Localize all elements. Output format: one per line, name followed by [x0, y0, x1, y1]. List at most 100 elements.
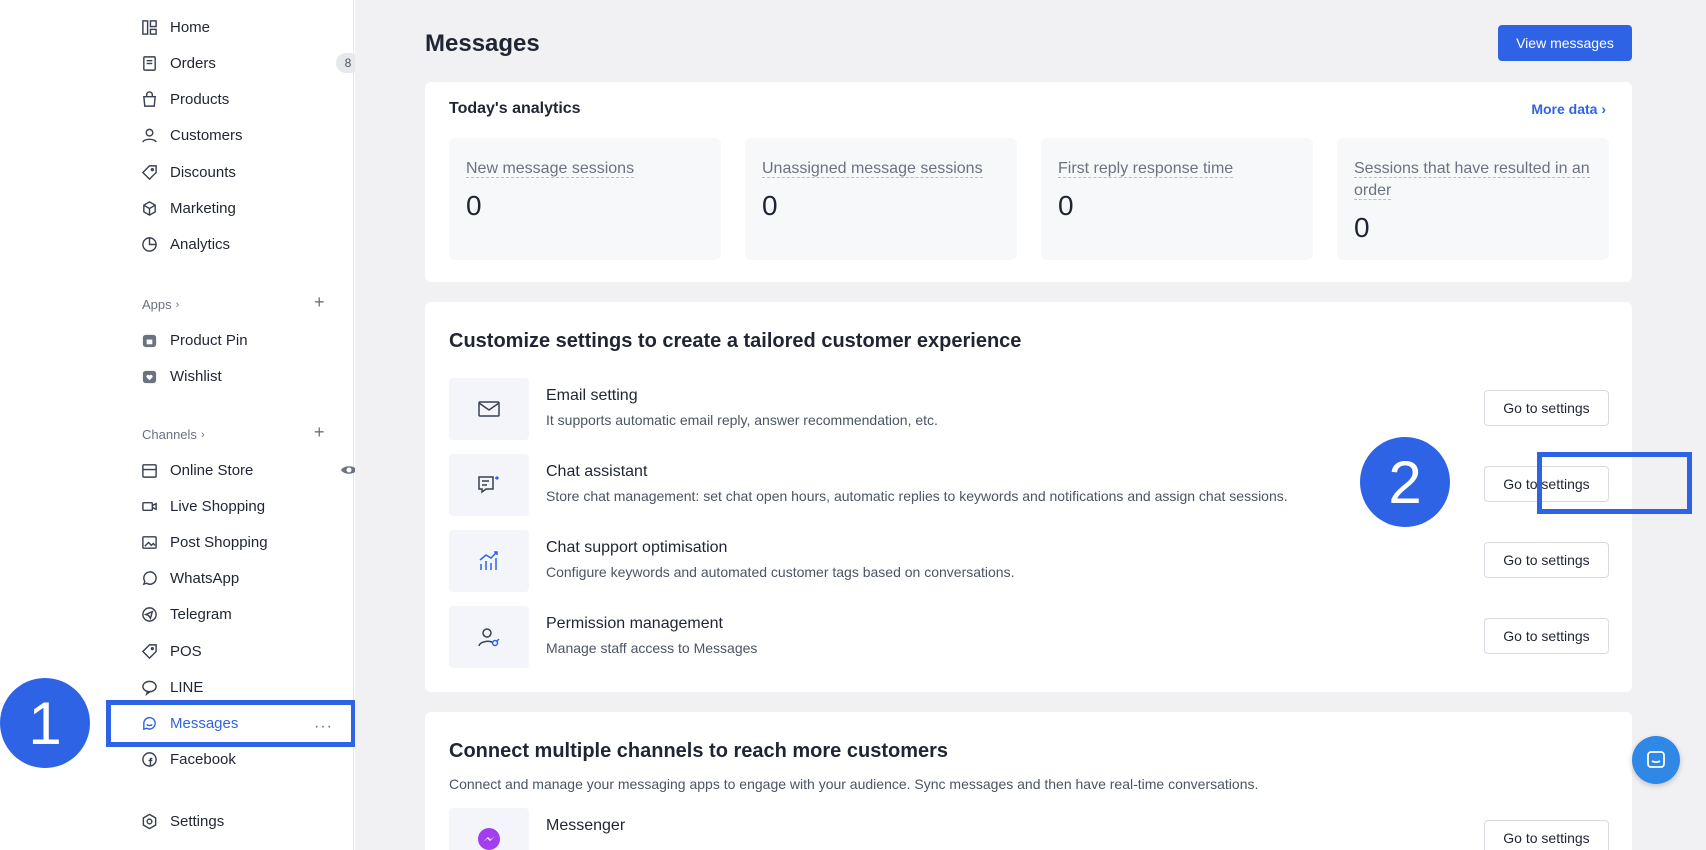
- stat-value: 0: [1354, 212, 1370, 243]
- sidebar-item-label: Customers: [170, 126, 243, 144]
- sidebar-item-label: Facebook: [170, 750, 236, 768]
- connect-title: Connect multiple channels to reach more …: [449, 740, 949, 762]
- sidebar-item-online-store[interactable]: Online Store: [140, 455, 370, 485]
- stat-value: 0: [762, 190, 778, 221]
- step2-highlight-frame: [1537, 452, 1692, 514]
- sidebar-item-home[interactable]: Home: [140, 12, 210, 42]
- wishlist-app-icon: [140, 367, 158, 385]
- messenger-icon: [449, 808, 529, 850]
- sidebar-item-settings[interactable]: Settings: [140, 806, 224, 836]
- sidebar-item-telegram[interactable]: Telegram: [140, 599, 232, 629]
- go-to-settings-button[interactable]: Go to settings: [1484, 390, 1609, 426]
- stat-card: Unassigned message sessions 0: [745, 138, 1017, 260]
- sidebar-item-label: Wishlist: [170, 367, 222, 385]
- lock-app-icon: [140, 331, 158, 349]
- go-to-settings-button[interactable]: Go to settings: [1484, 820, 1609, 850]
- go-to-settings-button[interactable]: Go to settings: [1484, 542, 1609, 578]
- chevron-right-icon: ›: [200, 428, 205, 441]
- stat-card: Sessions that have resulted in an order …: [1337, 138, 1609, 260]
- stat-label[interactable]: Sessions that have resulted in an order: [1354, 160, 1590, 200]
- stat-value: 0: [1058, 190, 1074, 221]
- sidebar-item-label: Live Shopping: [170, 497, 266, 515]
- facebook-icon: [140, 750, 158, 768]
- setting-row-messenger: Messenger Go to settings: [449, 808, 1609, 850]
- analytics-title: Today's analytics: [449, 100, 581, 117]
- connect-channels-card: Connect multiple channels to reach more …: [425, 712, 1632, 850]
- sidebar-item-label: Analytics: [170, 235, 231, 253]
- apps-heading[interactable]: Apps ›: [142, 297, 179, 312]
- sidebar-item-label: Home: [170, 18, 211, 36]
- customize-settings-card: Customize settings to create a tailored …: [425, 302, 1692, 692]
- sidebar-item-whatsapp[interactable]: WhatsApp: [140, 563, 239, 593]
- sidebar-item-pos[interactable]: POS: [140, 636, 202, 666]
- more-data-link[interactable]: More data ›: [1531, 101, 1606, 117]
- bag-icon: [140, 90, 158, 108]
- sidebar-item-label: Post Shopping: [170, 533, 268, 551]
- sidebar-item-orders[interactable]: Orders 8: [140, 48, 370, 78]
- tag-icon: [140, 163, 158, 181]
- setting-desc: It supports automatic email reply, answe…: [546, 412, 938, 428]
- user-permission-icon: [449, 606, 529, 668]
- chevron-right-icon: ›: [1601, 101, 1606, 117]
- stat-value: 0: [466, 190, 482, 221]
- sidebar-item-facebook[interactable]: Facebook: [140, 744, 236, 774]
- sidebar-item-label: Discounts: [170, 163, 236, 181]
- image-icon: [140, 533, 158, 551]
- channels-heading[interactable]: Channels ›: [142, 427, 205, 442]
- sidebar-item-label: Products: [170, 90, 230, 108]
- sidebar-item-wishlist[interactable]: Wishlist: [140, 361, 222, 391]
- sidebar-item-marketing[interactable]: Marketing: [140, 193, 236, 223]
- chat-icon: [1647, 751, 1665, 768]
- sidebar-item-label: POS: [170, 642, 202, 660]
- setting-name: Permission management: [546, 615, 723, 632]
- add-app-icon[interactable]: +: [314, 292, 325, 313]
- connect-desc: Connect and manage your messaging apps t…: [449, 776, 1259, 792]
- orders-icon: [140, 54, 158, 72]
- sidebar-item-label: WhatsApp: [170, 569, 240, 587]
- setting-name: Email setting: [546, 387, 638, 404]
- page-title: Messages: [425, 30, 540, 57]
- pos-tag-icon: [140, 642, 158, 660]
- sidebar-item-label: Product Pin: [170, 331, 248, 349]
- cube-icon: [140, 199, 158, 217]
- setting-desc: Configure keywords and automated custome…: [546, 564, 1015, 580]
- home-icon: [140, 18, 158, 36]
- go-to-settings-button[interactable]: Go to settings: [1484, 618, 1609, 654]
- stat-label[interactable]: New message sessions: [466, 160, 635, 178]
- setting-row-chat-support-optimisation: Chat support optimisation Configure keyw…: [449, 530, 1609, 592]
- sidebar-item-label: Orders: [170, 54, 216, 72]
- view-messages-button[interactable]: View messages: [1498, 25, 1632, 61]
- telegram-icon: [140, 605, 158, 623]
- sidebar-item-live-shopping[interactable]: Live Shopping: [140, 491, 265, 521]
- setting-row-email: Email setting It supports automatic emai…: [449, 378, 1609, 440]
- sidebar-item-analytics[interactable]: Analytics: [140, 229, 230, 259]
- add-channel-icon[interactable]: +: [314, 422, 325, 443]
- chat-assistant-icon: [449, 454, 529, 516]
- pie-chart-icon: [140, 235, 158, 253]
- chat-widget-button[interactable]: [1632, 736, 1680, 784]
- sidebar-item-line[interactable]: LINE: [140, 672, 203, 702]
- bar-chart-icon: [449, 530, 529, 592]
- sidebar-item-post-shopping[interactable]: Post Shopping: [140, 527, 268, 557]
- sidebar-item-product-pin[interactable]: Product Pin: [140, 325, 248, 355]
- sidebar-item-label: Settings: [170, 812, 225, 830]
- setting-desc: Manage staff access to Messages: [546, 640, 758, 656]
- step1-highlight-frame: [106, 700, 356, 747]
- setting-desc: Store chat management: set chat open hou…: [546, 488, 1288, 504]
- step2-marker: 2: [1360, 437, 1450, 527]
- sidebar-item-discounts[interactable]: Discounts: [140, 157, 236, 187]
- video-icon: [140, 497, 158, 515]
- stat-label[interactable]: First reply response time: [1058, 160, 1234, 178]
- sidebar-item-label: Telegram: [170, 605, 232, 623]
- stat-label[interactable]: Unassigned message sessions: [762, 160, 983, 178]
- stat-card: New message sessions 0: [449, 138, 721, 260]
- line-icon: [140, 678, 158, 696]
- envelope-icon: [449, 378, 529, 440]
- setting-row-permission-management: Permission management Manage staff acces…: [449, 606, 1609, 668]
- user-icon: [140, 126, 158, 144]
- store-icon: [140, 461, 158, 479]
- sidebar-item-products[interactable]: Products: [140, 84, 229, 114]
- customize-title: Customize settings to create a tailored …: [449, 330, 1022, 352]
- setting-name: Messenger: [546, 817, 626, 834]
- sidebar-item-customers[interactable]: Customers: [140, 120, 243, 150]
